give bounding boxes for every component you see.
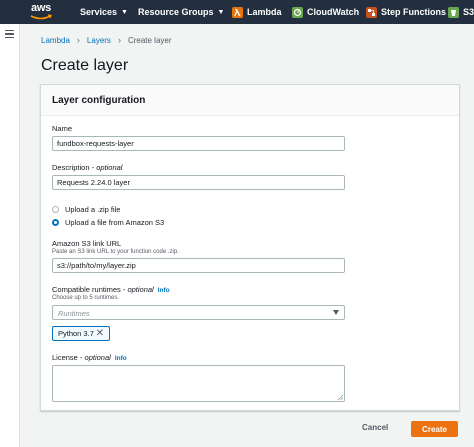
favorite-label: S3 <box>463 7 474 17</box>
favorite-lambda[interactable]: Lambda <box>232 0 282 24</box>
upload-s3-option[interactable]: Upload a file from Amazon S3 <box>52 218 164 227</box>
top-navigation-bar: aws Services ▼ Resource Groups ▼ Lambda … <box>0 0 474 24</box>
runtimes-select[interactable]: Runtimes <box>52 305 345 320</box>
layer-configuration-panel: Layer configuration Name Description - o… <box>40 84 460 411</box>
optional-text: optional <box>127 285 154 294</box>
chevron-right-icon: › <box>117 35 121 45</box>
runtimes-hint: Choose up to 5 runtimes. <box>52 295 120 301</box>
close-icon[interactable]: ✕ <box>96 328 104 339</box>
breadcrumb-lambda-link[interactable]: Lambda <box>41 36 70 45</box>
cloudwatch-icon <box>292 6 303 18</box>
services-label: Services <box>80 7 118 17</box>
description-input[interactable] <box>52 175 345 190</box>
favorite-label: Lambda <box>247 7 282 17</box>
runtimes-info-link[interactable]: Info <box>158 287 170 294</box>
favorite-label: Step Functions <box>381 7 446 17</box>
runtimes-placeholder: Runtimes <box>58 309 90 318</box>
runtimes-label-text: Compatible runtimes - <box>52 285 128 294</box>
services-menu[interactable]: Services ▼ <box>80 0 128 24</box>
aws-logo-text: aws <box>31 2 51 14</box>
license-info-link[interactable]: Info <box>115 355 127 362</box>
caret-down-icon <box>333 310 339 315</box>
favorite-cloudwatch[interactable]: CloudWatch <box>292 0 359 24</box>
license-label: License - optional Info <box>52 353 127 362</box>
resource-groups-label: Resource Groups <box>138 7 214 17</box>
resize-handle-icon[interactable] <box>337 394 343 400</box>
hamburger-menu-icon[interactable] <box>5 30 14 39</box>
chevron-right-icon: › <box>76 35 80 45</box>
favorite-step-functions[interactable]: Step Functions <box>366 0 446 24</box>
favorite-s3[interactable]: S3 <box>448 0 474 24</box>
license-textarea[interactable] <box>52 365 345 402</box>
description-label-text: Description - <box>52 163 97 172</box>
favorite-label: CloudWatch <box>307 7 360 17</box>
s3-link-input[interactable] <box>52 258 345 273</box>
upload-zip-option[interactable]: Upload a .zip file <box>52 205 120 214</box>
runtime-token: Python 3.7 ✕ <box>52 326 110 341</box>
breadcrumb-layers-link[interactable]: Layers <box>87 36 111 45</box>
step-functions-icon <box>366 6 377 18</box>
create-button[interactable]: Create <box>411 421 458 437</box>
license-label-text: License - <box>52 353 85 362</box>
aws-smile-icon <box>30 14 52 20</box>
runtime-token-label: Python 3.7 <box>58 329 94 338</box>
upload-zip-label: Upload a .zip file <box>65 205 121 214</box>
description-label: Description - optional <box>52 163 122 172</box>
side-navigation <box>0 24 20 447</box>
radio-button[interactable] <box>52 206 59 213</box>
resource-groups-menu[interactable]: Resource Groups ▼ <box>138 0 224 24</box>
name-label: Name <box>52 124 73 133</box>
s3-link-hint: Paste an S3 link URL to your function co… <box>52 249 179 255</box>
lambda-icon <box>232 6 243 18</box>
aws-logo[interactable]: aws <box>28 2 54 22</box>
s3-link-label: Amazon S3 link URL <box>52 239 122 248</box>
upload-s3-label: Upload a file from Amazon S3 <box>65 218 165 227</box>
chevron-down-icon: ▼ <box>217 8 225 16</box>
name-input[interactable] <box>52 136 345 151</box>
panel-title: Layer configuration <box>41 85 459 116</box>
breadcrumb-current: Create layer <box>127 35 172 45</box>
optional-text: optional <box>96 163 123 172</box>
radio-button-selected[interactable] <box>52 219 59 226</box>
chevron-down-icon: ▼ <box>121 8 128 16</box>
s3-icon <box>448 6 459 18</box>
optional-text: optional <box>84 353 111 362</box>
cancel-button[interactable]: Cancel <box>362 423 388 432</box>
page-title: Create layer <box>41 57 129 74</box>
breadcrumb: Lambda › Layers › Create layer <box>41 35 172 45</box>
runtimes-label: Compatible runtimes - optional Info <box>52 285 170 294</box>
